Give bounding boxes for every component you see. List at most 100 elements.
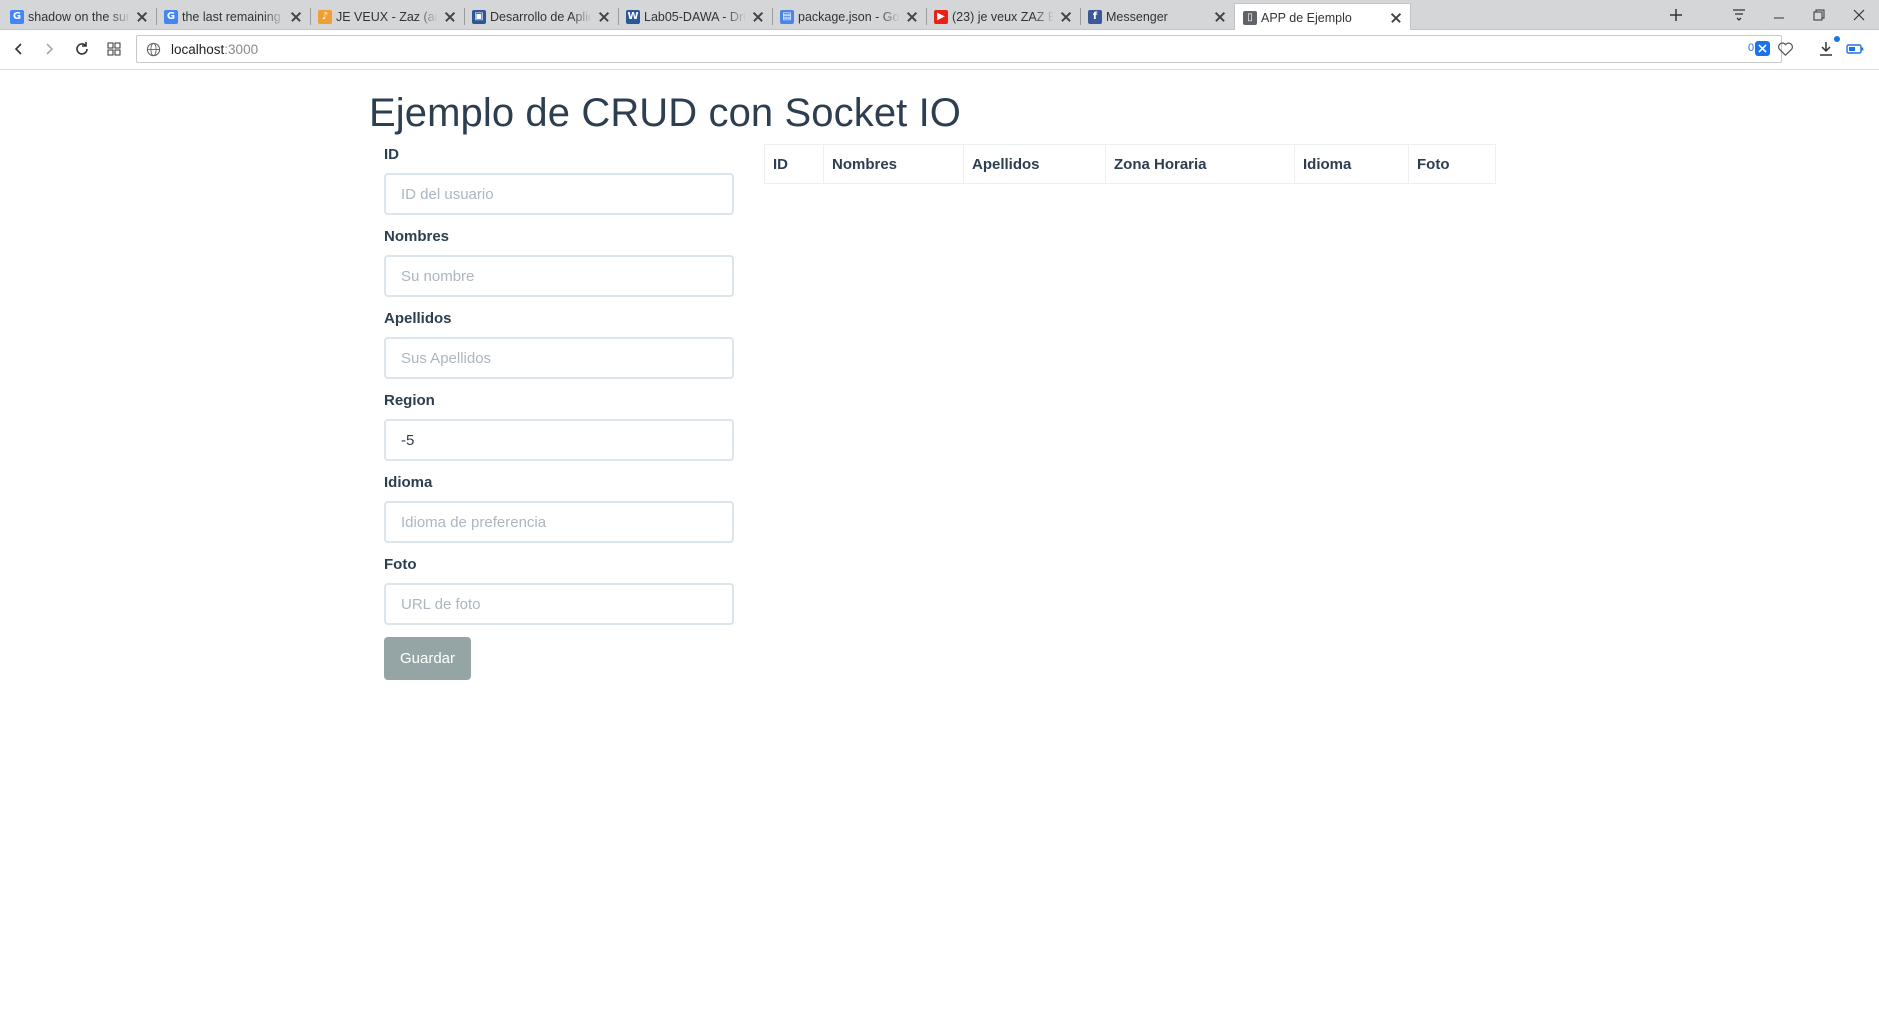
google-icon: G [10, 9, 24, 24]
new-tab-button[interactable] [1656, 0, 1696, 30]
apellidos-input[interactable] [384, 337, 734, 379]
facebook-icon: f [1088, 9, 1102, 24]
browser-tab[interactable]: ▯ APP de Ejemplo [1234, 3, 1411, 31]
id-input[interactable] [384, 173, 734, 215]
save-button[interactable]: Guardar [384, 637, 471, 680]
url-port: :3000 [224, 42, 259, 57]
users-table: ID Nombres Apellidos Zona Horaria Idioma… [764, 144, 1496, 184]
docs-icon: ▤ [780, 9, 794, 24]
battery-saver-button[interactable] [1844, 38, 1866, 60]
url-text[interactable]: localhost:3000 [171, 42, 258, 57]
close-tab-icon[interactable] [288, 9, 304, 25]
restore-icon [1813, 9, 1825, 21]
back-button[interactable] [8, 38, 30, 60]
downloads-button[interactable] [1815, 36, 1840, 60]
column-header-nombres[interactable]: Nombres [823, 144, 964, 184]
table-header-row: ID Nombres Apellidos Zona Horaria Idioma… [764, 144, 1496, 184]
nombres-label: Nombres [384, 228, 450, 245]
idioma-input[interactable] [384, 501, 734, 543]
id-form-group: ID [384, 146, 734, 215]
blocker-count: 0 [1748, 42, 1755, 54]
column-header-idioma[interactable]: Idioma [1294, 144, 1409, 184]
chevron-right-icon [46, 43, 54, 55]
browser-tab[interactable]: W Lab05-DAWA - Drives pa [618, 3, 773, 30]
tab-title: Messenger [1106, 9, 1168, 24]
address-toolbar: localhost:3000 0 [0, 30, 1879, 70]
tab-title: APP de Ejemplo [1261, 10, 1352, 25]
region-form-group: Region [384, 392, 734, 461]
browser-tab[interactable]: Gshadow on the sun letra [2, 3, 157, 30]
close-icon [1758, 44, 1767, 53]
tab-title: JE VEUX - Zaz (acordes p [336, 9, 438, 24]
close-tab-icon[interactable] [134, 9, 150, 25]
user-form: ID Nombres Apellidos Region Idioma Foto … [384, 146, 734, 680]
close-icon [1853, 9, 1865, 21]
minimize-icon [1774, 17, 1784, 19]
ad-blocker-icon[interactable] [1755, 41, 1770, 56]
column-header-apellidos[interactable]: Apellidos [963, 144, 1106, 184]
grid-icon [107, 42, 121, 56]
address-bar[interactable]: localhost:3000 0 [136, 35, 1793, 63]
browser-tab[interactable]: ▣ Desarrollo de Aplicacion [464, 3, 619, 30]
browser-tab[interactable]: ♪ JE VEUX - Zaz (acordes p [310, 3, 465, 30]
notification-dot [1834, 36, 1840, 42]
apellidos-label: Apellidos [384, 310, 452, 327]
close-tab-icon[interactable] [904, 9, 920, 25]
forward-button[interactable] [38, 38, 60, 60]
nombres-input[interactable] [384, 255, 734, 297]
browser-tab[interactable]: ▤ package.json - Google D [772, 3, 927, 30]
column-header-foto[interactable]: Foto [1408, 144, 1496, 184]
globe-icon [146, 42, 161, 57]
idioma-label: Idioma [384, 474, 433, 491]
foto-form-group: Foto [384, 556, 734, 625]
page-icon: ▯ [1243, 10, 1257, 25]
close-tab-icon[interactable] [1388, 10, 1404, 26]
close-tab-icon[interactable] [750, 9, 766, 25]
page-content: Ejemplo de CRUD con Socket IO ID Nombres… [0, 71, 1879, 1031]
region-label: Region [384, 392, 435, 409]
battery-icon [1846, 44, 1864, 54]
tab-title: Lab05-DAWA - Drives pa [644, 9, 746, 24]
browser-tab[interactable]: f Messenger [1080, 3, 1234, 30]
apellidos-form-group: Apellidos [384, 310, 734, 379]
minimize-button[interactable] [1759, 0, 1799, 30]
tab-list-icon [1733, 9, 1745, 21]
reload-icon [76, 42, 88, 55]
foto-input[interactable] [384, 583, 734, 625]
tab-title: (23) je veux ZAZ Españo [952, 9, 1054, 24]
reload-button[interactable] [71, 38, 93, 60]
tab-title: Desarrollo de Aplicacion [490, 9, 592, 24]
close-tab-icon[interactable] [1212, 9, 1228, 25]
youtube-icon: ▶ [934, 9, 948, 24]
column-header-zona-horaria[interactable]: Zona Horaria [1105, 144, 1295, 184]
idioma-form-group: Idioma [384, 474, 734, 543]
tab-strip: Gshadow on the sun letraGthe last remain… [0, 0, 1879, 31]
tab-title: shadow on the sun letra [28, 9, 130, 24]
browser-tab[interactable]: ▶ (23) je veux ZAZ Españo [926, 3, 1081, 30]
download-icon [1820, 42, 1832, 56]
close-tab-icon[interactable] [1058, 9, 1074, 25]
url-host: localhost [171, 42, 225, 57]
nombres-form-group: Nombres [384, 228, 734, 297]
restore-button[interactable] [1799, 0, 1839, 30]
tab-title: package.json - Google D [798, 9, 900, 24]
word-icon: W [626, 9, 640, 24]
browser-tab[interactable]: Gthe last remaining light l [156, 3, 311, 30]
heart-icon[interactable] [1777, 41, 1794, 57]
region-input[interactable] [384, 419, 734, 461]
foto-label: Foto [384, 556, 417, 573]
google-icon: G [164, 9, 178, 24]
close-tab-icon[interactable] [442, 9, 458, 25]
tab-title: the last remaining light l [182, 9, 284, 24]
tab-menu-button[interactable] [1719, 0, 1759, 30]
close-tab-icon[interactable] [596, 9, 612, 25]
column-header-id[interactable]: ID [764, 144, 824, 184]
plus-icon [1670, 9, 1682, 21]
shield-icon: ♪ [318, 9, 332, 24]
chevron-left-icon [14, 43, 22, 55]
close-window-button[interactable] [1839, 0, 1879, 30]
speed-dial-button[interactable] [103, 38, 125, 60]
page-title: Ejemplo de CRUD con Socket IO [369, 91, 962, 135]
id-label: ID [384, 146, 399, 163]
contact-card-icon: ▣ [472, 9, 486, 24]
